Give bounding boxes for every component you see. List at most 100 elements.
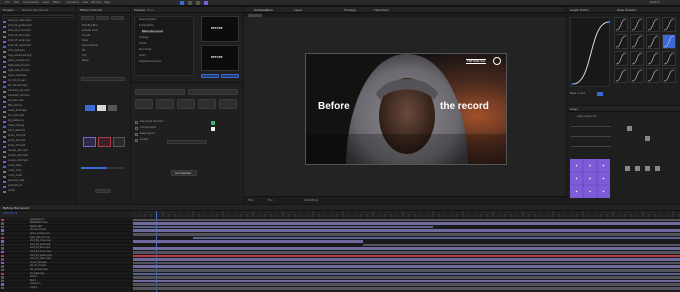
enhanced-badge[interactable]: ENHANCED: [466, 59, 487, 65]
layer-duration-bar[interactable]: [133, 254, 680, 258]
project-file-row[interactable]: mask_ref.png: [0, 124, 76, 128]
project-file-row[interactable]: shot_01_clean.mp4: [0, 19, 76, 23]
layer-duration-bar[interactable]: [133, 222, 680, 225]
project-file-row[interactable]: sfx_hit_01.wav: [0, 79, 76, 83]
layer-duration-bar[interactable]: [133, 276, 680, 279]
preset-tree-item[interactable]: Audio: [139, 54, 146, 57]
project-file-row[interactable]: comp_main: [0, 164, 76, 168]
add-stabilizer-button[interactable]: Add Stabilizer: [171, 170, 197, 176]
tool-hand-icon[interactable]: [188, 1, 192, 5]
distribute-icon[interactable]: [635, 166, 640, 171]
resolution-select[interactable]: Full: [268, 199, 272, 203]
curve-icon[interactable]: [156, 99, 174, 109]
blend-mode-select[interactable]: [81, 77, 125, 81]
layer-duration-bar[interactable]: [133, 265, 680, 269]
checkbox-enabled-icon[interactable]: [211, 121, 215, 125]
project-file-row[interactable]: transition_01.mov: [0, 89, 76, 93]
overlay-text-record[interactable]: the record: [440, 102, 489, 112]
preset-tree-item[interactable]: Adjustment Layers: [139, 60, 161, 63]
color-swatch-white[interactable]: [97, 105, 106, 111]
overlay-text-before[interactable]: Before: [318, 102, 350, 112]
effect-preset-button[interactable]: [81, 16, 94, 20]
project-file-row[interactable]: comp_outro: [0, 174, 76, 178]
menu-window[interactable]: Window: [91, 1, 101, 5]
option-checkbox[interactable]: [135, 139, 138, 142]
project-search-input[interactable]: [2, 15, 74, 18]
menu-composition[interactable]: Composition: [23, 1, 39, 5]
effect-item[interactable]: Lumetri Color: [82, 29, 98, 32]
effect-item[interactable]: Glow: [82, 39, 88, 42]
mode-button-2[interactable]: [188, 89, 238, 95]
align-left-icon[interactable]: [627, 126, 632, 131]
menu-file[interactable]: File: [5, 1, 9, 5]
ease-preset-icon[interactable]: [630, 17, 644, 32]
ease-preset-icon[interactable]: [614, 17, 628, 32]
ease-preset-icon[interactable]: [630, 34, 644, 49]
comp-tab-active[interactable]: [248, 13, 262, 17]
timeline-tab[interactable]: Before the record: [3, 206, 29, 210]
option-checkbox[interactable]: [135, 121, 138, 124]
menu-view[interactable]: View: [82, 1, 88, 5]
project-file-row[interactable]: transition_02.mov: [0, 94, 76, 98]
preset-tree-item[interactable]: Source Project: [139, 18, 156, 21]
project-file-row[interactable]: track_data.txt: [0, 129, 76, 133]
menu-help[interactable]: Help: [104, 1, 110, 5]
project-file-row[interactable]: proxy_02.mp4: [0, 139, 76, 143]
project-file-row[interactable]: logo_enhanced.png: [0, 54, 76, 58]
project-file-row[interactable]: end_card.psd: [0, 114, 76, 118]
effect-preset-button[interactable]: [111, 16, 124, 20]
workspace-label[interactable]: Default: [650, 1, 659, 5]
layer-duration-bar[interactable]: [193, 236, 680, 240]
project-file-row[interactable]: light_leak_02.mov: [0, 69, 76, 73]
effect-item[interactable]: Tint: [82, 54, 87, 57]
project-file-row[interactable]: intro_text.psd: [0, 49, 76, 53]
time-ruler[interactable]: [133, 211, 680, 217]
project-file-row[interactable]: title_card.ai: [0, 104, 76, 108]
zoom-level[interactable]: 50%: [248, 199, 254, 203]
viewer-tab-composition[interactable]: Composition: [254, 8, 273, 12]
project-file-row[interactable]: proxy_03.mp4: [0, 144, 76, 148]
graph-editor-title[interactable]: Graph Editor: [570, 8, 589, 12]
tool-text-icon[interactable]: [204, 1, 208, 5]
layer-duration-bar[interactable]: [133, 232, 680, 236]
opacity-slider[interactable]: [81, 167, 125, 169]
layer-duration-bar[interactable]: [133, 283, 680, 287]
ease-preset-icon[interactable]: [614, 68, 628, 83]
timeline-layer-row[interactable]: Light 1: [0, 286, 132, 290]
color-swatch-blue[interactable]: [85, 105, 95, 111]
distribute-icon[interactable]: [655, 166, 660, 171]
layer-duration-bar[interactable]: [133, 279, 680, 283]
project-panel-title[interactable]: Project: [3, 8, 13, 12]
effect-item[interactable]: Fill: [82, 49, 85, 52]
dropdown-select[interactable]: [167, 140, 207, 144]
preset-tree-item[interactable]: Footage: [139, 36, 149, 39]
swatch-red-1[interactable]: [98, 137, 111, 147]
distribute-icon[interactable]: [625, 166, 630, 171]
curve-icon[interactable]: [198, 99, 216, 109]
tool-select-icon[interactable]: [180, 1, 184, 5]
layer-duration-bar[interactable]: [133, 218, 680, 222]
anchor-grid[interactable]: [570, 159, 610, 198]
effect-item[interactable]: Curves: [82, 34, 90, 37]
project-file-row[interactable]: shot_02_grade.mp4: [0, 24, 76, 28]
project-file-row[interactable]: light_leak_01.mov: [0, 64, 76, 68]
ease-preset-icon[interactable]: [630, 51, 644, 66]
menu-effect[interactable]: Effect: [53, 1, 60, 5]
effect-preset-button[interactable]: [96, 16, 109, 20]
preset-tree-item[interactable]: Composition: [139, 24, 154, 27]
ease-preset-icon[interactable]: [662, 34, 676, 49]
preset-tree-item[interactable]: Solids: [139, 42, 146, 45]
layer-duration-bar[interactable]: [133, 258, 680, 261]
preset-tree-item[interactable]: Pre-comps: [139, 48, 152, 51]
option-checkbox[interactable]: [135, 133, 138, 136]
preset-thumbnail-2[interactable]: BEFORE: [201, 45, 239, 71]
option-checkbox[interactable]: [135, 127, 138, 130]
mode-button-1[interactable]: [135, 89, 185, 95]
layer-duration-bar[interactable]: [133, 268, 680, 272]
viewer-tab-flowchart[interactable]: Flowchart: [374, 8, 389, 12]
layer-duration-bar[interactable]: [133, 250, 680, 254]
apply-ease-button[interactable]: [597, 92, 603, 96]
replace-button[interactable]: [221, 74, 239, 78]
project-file-row[interactable]: shot_03_hood.mp4: [0, 29, 76, 33]
effect-item[interactable]: Fast Box Blur: [82, 24, 98, 27]
